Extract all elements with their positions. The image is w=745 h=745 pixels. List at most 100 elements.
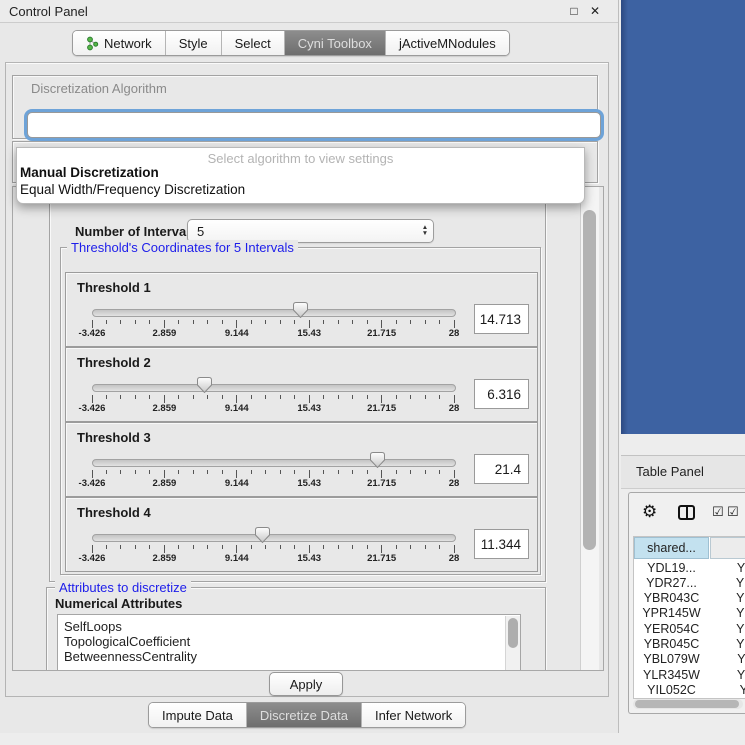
gear-icon[interactable]: ⚙ [642, 502, 657, 522]
table-scrollbar-thumb[interactable] [635, 700, 739, 708]
checkbox-icon[interactable]: ☑ [712, 504, 724, 520]
table-cell[interactable]: YPR1 [710, 606, 745, 621]
slider-tick [120, 320, 121, 324]
slider-tick [410, 545, 411, 549]
slider-tick [338, 395, 339, 399]
threshold-panel-4: Threshold 4-3.4262.8599.14415.4321.71528… [65, 497, 538, 572]
dropdown-prompt-item[interactable]: Select algorithm to view settings [17, 151, 584, 166]
slider-tick [338, 320, 339, 324]
float-window-icon[interactable]: □ [567, 4, 581, 18]
checkbox-icon[interactable]: ☑ [727, 504, 739, 520]
slider-tick [381, 545, 382, 553]
table-cell[interactable]: YBR0 [710, 637, 745, 652]
slider-track[interactable] [92, 534, 456, 542]
attribute-item-selfloops[interactable]: SelfLoops [64, 619, 122, 634]
table-horizontal-scrollbar[interactable] [633, 699, 743, 709]
node-table[interactable]: shared...na YDL19...YDL1YDR27...YDR2YBR0… [633, 536, 745, 699]
threshold-coordinates-legend: Threshold's Coordinates for 5 Intervals [67, 240, 298, 255]
slider-tick [207, 470, 208, 474]
table-cell[interactable]: YDR2 [710, 575, 745, 590]
tab-network[interactable]: Network [73, 31, 166, 55]
numerical-attributes-label: Numerical Attributes [55, 596, 182, 611]
table-cell[interactable]: YIL052C [634, 682, 709, 697]
close-window-icon[interactable]: ✕ [588, 4, 602, 18]
settings-scroll-panel: Interval Definition Number of Intervals … [12, 186, 604, 671]
columns-icon[interactable] [678, 505, 695, 520]
slider-tick [396, 470, 397, 474]
tab-jactivemnodules[interactable]: jActiveMNodules [386, 31, 509, 55]
slider-tick [280, 395, 281, 399]
table-cell[interactable]: YBR0 [710, 591, 745, 606]
threshold-value-field[interactable]: 14.713 [474, 304, 529, 334]
slider-tick-label: -3.426 [70, 478, 114, 489]
tab-cyni-toolbox[interactable]: Cyni Toolbox [285, 31, 386, 55]
attribute-item-betweennesscentrality[interactable]: BetweennessCentrality [64, 649, 197, 664]
table-cell[interactable]: YER054C [634, 621, 709, 636]
slider-thumb[interactable] [255, 527, 270, 543]
attributes-list-scrollbar[interactable] [505, 616, 520, 671]
slider-thumb[interactable] [370, 452, 385, 468]
attributes-scrollbar-thumb[interactable] [508, 618, 518, 648]
panel-scrollbar-thumb[interactable] [583, 210, 596, 550]
algorithm-combobox[interactable] [27, 112, 601, 138]
slider-track[interactable] [92, 384, 456, 392]
tab-select[interactable]: Select [222, 31, 285, 55]
slider-tick [193, 470, 194, 474]
dropdown-item-equal-width-frequency-discretization[interactable]: Equal Width/Frequency Discretization [20, 182, 245, 197]
threshold-label: Threshold 2 [77, 355, 151, 370]
slider-tick [251, 545, 252, 549]
slider-tick [454, 470, 455, 478]
slider-tick [222, 395, 223, 399]
table-cell[interactable]: YDL1 [710, 560, 745, 575]
threshold-value-field[interactable]: 21.4 [474, 454, 529, 484]
slider-tick [193, 545, 194, 549]
tab-style[interactable]: Style [166, 31, 222, 55]
slider-tick-label: 28 [432, 328, 476, 339]
threshold-value-field[interactable]: 11.344 [474, 529, 529, 559]
slider-tick [236, 320, 237, 328]
slider-thumb[interactable] [197, 377, 212, 393]
slider-tick [425, 320, 426, 324]
table-cell[interactable]: YBL079W [634, 652, 709, 667]
slider-tick [367, 320, 368, 324]
slider-tick [164, 395, 165, 403]
tab-label: Style [179, 36, 208, 51]
tab-discretize-data[interactable]: Discretize Data [247, 703, 362, 727]
dropdown-item-manual-discretization[interactable]: Manual Discretization [20, 165, 159, 180]
slider-track[interactable] [92, 459, 456, 467]
table-cell[interactable]: YPR145W [634, 606, 709, 621]
slider-tick [280, 320, 281, 324]
table-cell[interactable]: YBL0 [710, 652, 745, 667]
slider-tick [236, 395, 237, 403]
slider-tick [265, 470, 266, 474]
table-cell[interactable]: YBR043C [634, 591, 709, 606]
apply-button[interactable]: Apply [269, 672, 343, 696]
slider-tick-label: 9.144 [215, 478, 259, 489]
slider-thumb[interactable] [293, 302, 308, 318]
slider-tick [222, 320, 223, 324]
slider-tick [396, 395, 397, 399]
table-panel-titlebar: Table Panel [621, 455, 745, 489]
slider-tick [120, 470, 121, 474]
table-header-shared-[interactable]: shared... [634, 537, 709, 559]
table-cell[interactable]: YER0 [710, 621, 745, 636]
slider-tick [236, 470, 237, 478]
table-cell[interactable]: YLR345W [634, 667, 709, 682]
table-cell[interactable]: YDL19... [634, 560, 709, 575]
slider-tick-label: -3.426 [70, 328, 114, 339]
panel-vertical-scrollbar[interactable] [580, 187, 599, 670]
slider-tick [106, 545, 107, 549]
slider-track[interactable] [92, 309, 456, 317]
slider-tick [352, 395, 353, 399]
table-cell[interactable]: YIL0 [710, 682, 745, 697]
attribute-item-topologicalcoefficient[interactable]: TopologicalCoefficient [64, 634, 190, 649]
table-header-na[interactable]: na [710, 537, 745, 559]
table-cell[interactable]: YBR045C [634, 637, 709, 652]
tab-infer-network[interactable]: Infer Network [362, 703, 465, 727]
table-cell[interactable]: YDR27... [634, 575, 709, 590]
tab-impute-data[interactable]: Impute Data [149, 703, 247, 727]
table-cell[interactable]: YLR3 [710, 667, 745, 682]
slider-tick [149, 320, 150, 324]
threshold-value-field[interactable]: 6.316 [474, 379, 529, 409]
slider-tick-label: -3.426 [70, 403, 114, 414]
